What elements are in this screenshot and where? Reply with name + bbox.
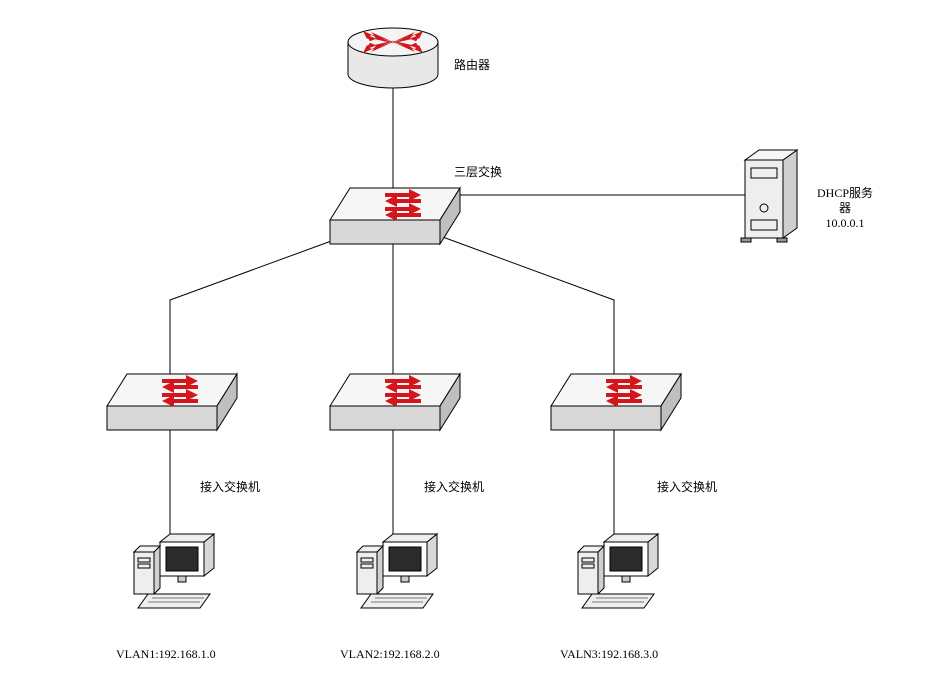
access-switch-3-label: 接入交换机 [657, 480, 717, 496]
dhcp-label-line1: DHCP服务 [810, 186, 880, 202]
links [170, 85, 745, 538]
pc-1-icon [134, 534, 214, 608]
pc-2-icon [357, 534, 437, 608]
router-label: 路由器 [454, 58, 490, 74]
network-diagram: 路由器 三层交换 DHCP服务 器 10.0.0.1 接入交换机 接入交换机 接… [0, 0, 929, 689]
vlan1-label: VLAN1:192.168.1.0 [116, 647, 216, 663]
dhcp-label-line2: 器 [810, 201, 880, 217]
vlan2-label: VLAN2:192.168.2.0 [340, 647, 440, 663]
router-icon [348, 28, 438, 88]
access-switch-3-icon [551, 374, 681, 430]
diagram-svg [0, 0, 929, 689]
l3-switch-icon [330, 188, 460, 244]
access-switch-2-icon [330, 374, 460, 430]
access-switch-1-label: 接入交换机 [200, 480, 260, 496]
access-switch-2-label: 接入交换机 [424, 480, 484, 496]
l3-switch-label: 三层交换 [454, 165, 502, 181]
access-switch-1-icon [107, 374, 237, 430]
vlan3-label: VALN3:192.168.3.0 [560, 647, 658, 663]
pc-3-icon [578, 534, 658, 608]
dhcp-server-icon [741, 150, 797, 242]
dhcp-ip-label: 10.0.0.1 [810, 216, 880, 232]
